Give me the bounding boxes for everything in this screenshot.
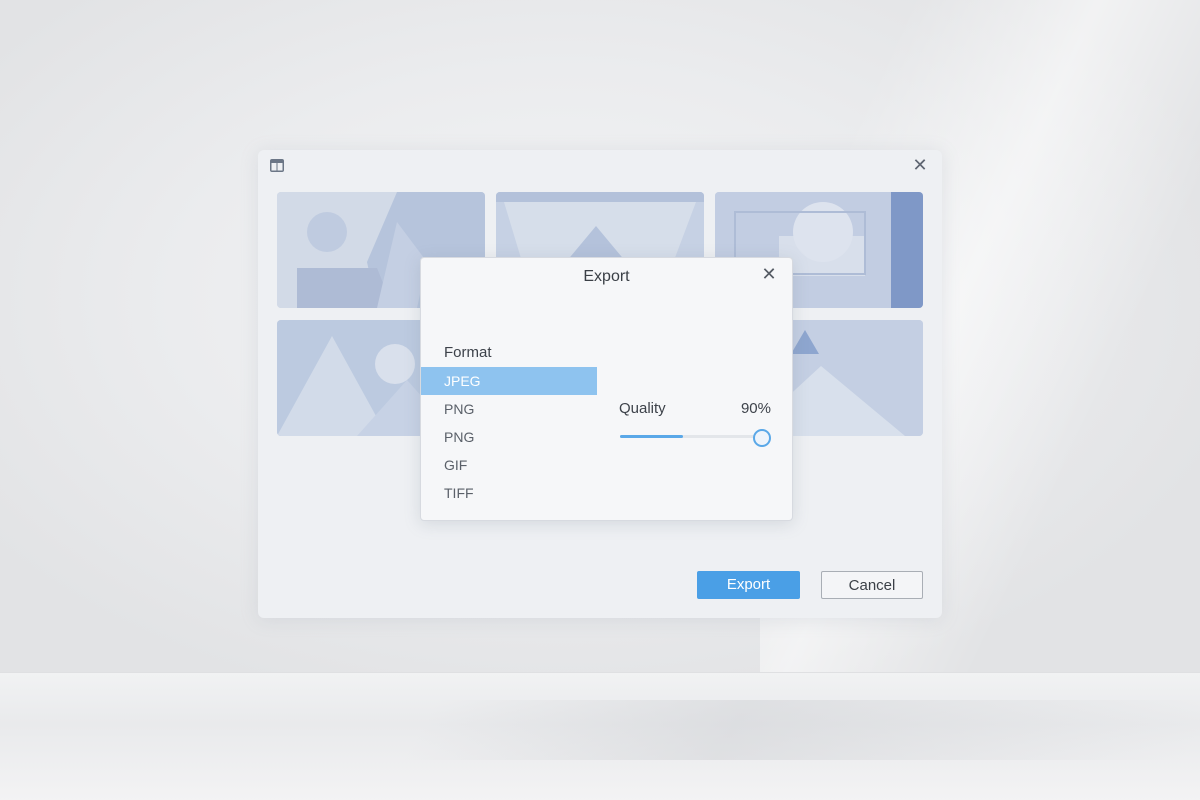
quality-label: Quality [619,400,666,417]
format-option-tiff[interactable]: TIFF [421,479,597,507]
export-dialog: Export ✕ Format JPEG PNG PNG GIF TIFF Qu… [420,257,793,521]
cancel-button[interactable]: Cancel [821,571,923,599]
format-list: JPEG PNG PNG GIF TIFF [421,367,597,507]
quality-slider[interactable] [620,429,771,447]
dialog-title: Export [583,268,630,285]
window-close-icon[interactable]: ✕ [910,155,930,175]
export-button[interactable]: Export [697,571,800,599]
format-option-png[interactable]: PNG [421,395,597,423]
format-option-jpeg[interactable]: JPEG [421,367,597,395]
floor-shadow [402,700,1200,760]
format-option-gif[interactable]: GIF [421,451,597,479]
dialog-close-icon[interactable]: ✕ [759,264,779,284]
quality-slider-fill [620,435,683,438]
format-label: Format [444,344,492,361]
format-option-png[interactable]: PNG [421,423,597,451]
quality-value: 90% [740,400,771,417]
grid-app-icon [270,159,284,172]
quality-slider-handle[interactable] [753,429,771,447]
